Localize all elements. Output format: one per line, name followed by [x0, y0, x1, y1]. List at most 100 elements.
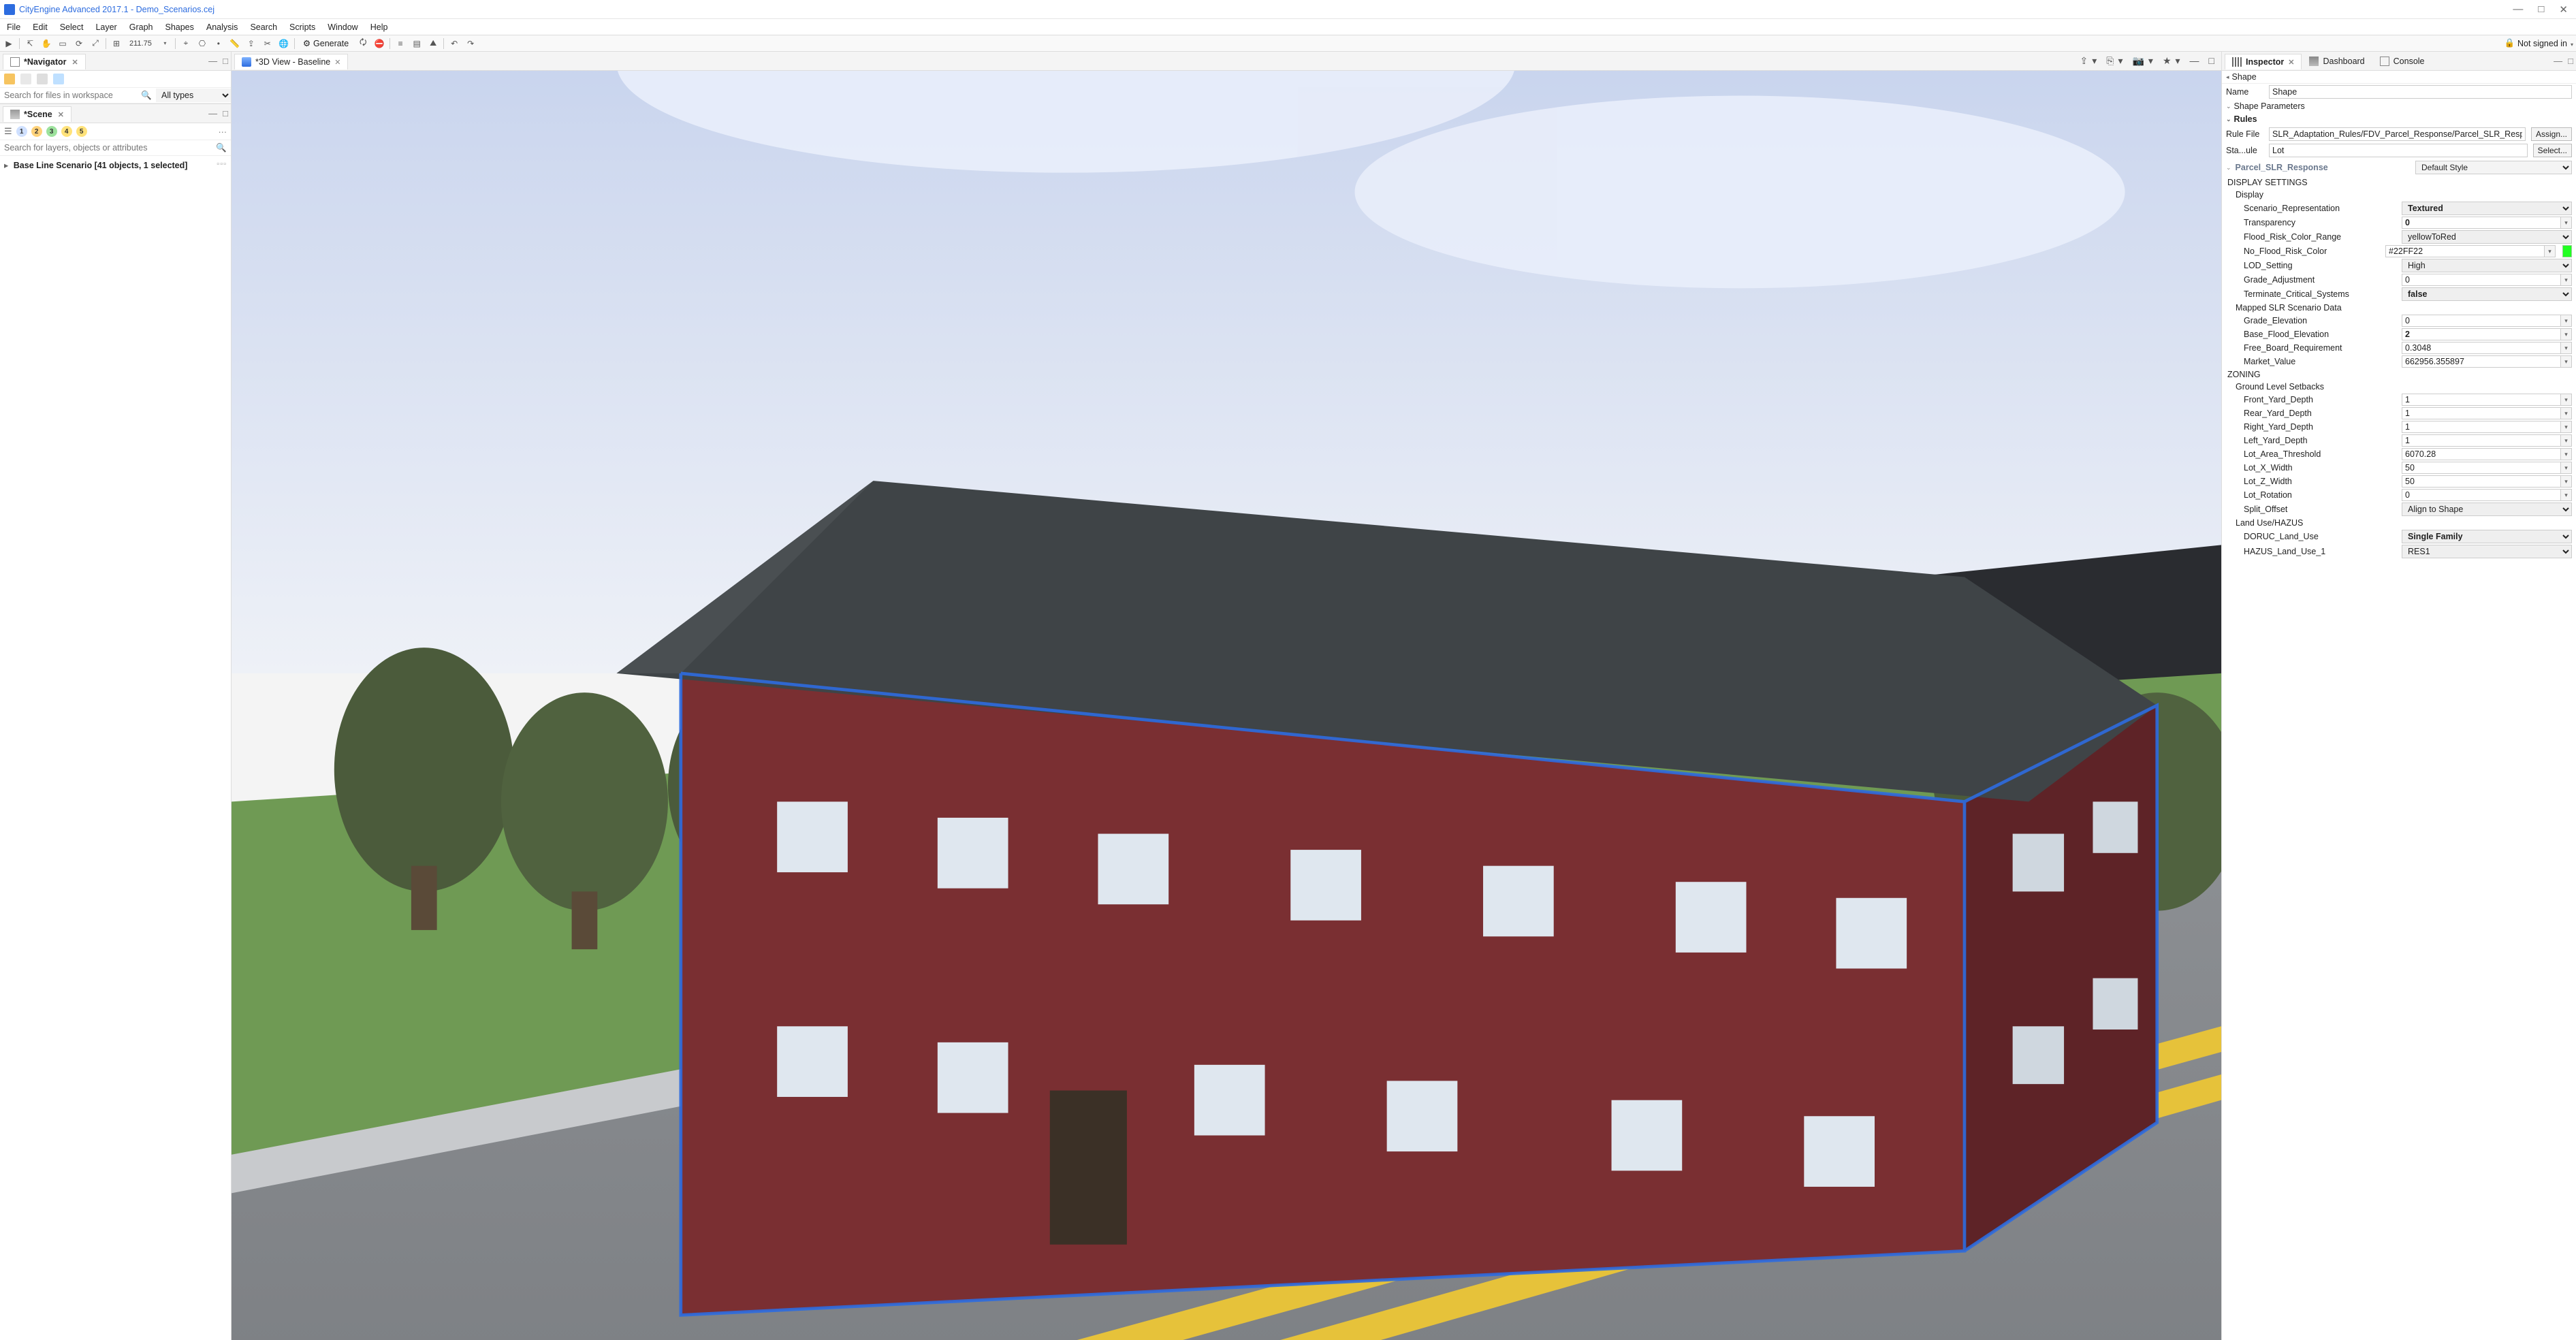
prop-input[interactable]	[2402, 434, 2561, 447]
assign-button[interactable]: Assign...	[2531, 127, 2572, 141]
shape-parameters-header[interactable]: ⌄ Shape Parameters	[2222, 100, 2576, 112]
expand-icon[interactable]: ▸	[4, 161, 8, 170]
prop-input[interactable]	[2402, 407, 2561, 419]
chevron-down-icon[interactable]: ▾	[2561, 407, 2572, 419]
chevron-down-icon[interactable]: ▾	[2545, 245, 2556, 257]
select-button[interactable]: Select...	[2533, 144, 2572, 157]
chevron-down-icon[interactable]: ▾	[2561, 394, 2572, 406]
prop-input[interactable]	[2402, 315, 2561, 327]
stop-icon[interactable]: ⛔	[373, 37, 385, 50]
chevron-down-icon[interactable]: ▾	[2148, 55, 2153, 67]
chevron-down-icon[interactable]: ▾	[2561, 274, 2572, 286]
prop-input[interactable]	[2385, 245, 2545, 257]
dropdown-icon[interactable]	[159, 37, 171, 50]
isolate-icon[interactable]: ⎘	[2106, 55, 2114, 67]
minimize-view-icon[interactable]: —	[208, 56, 217, 66]
rule-file-input[interactable]	[2269, 127, 2526, 141]
prop-input[interactable]	[2402, 421, 2561, 433]
globe-icon[interactable]: 🌐	[278, 37, 290, 50]
prop-input[interactable]	[2402, 342, 2561, 354]
scene-node[interactable]: ▸ Base Line Scenario [41 objects, 1 sele…	[4, 159, 227, 172]
prop-input[interactable]	[2402, 217, 2561, 229]
tab-3d-view[interactable]: *3D View - Baseline ✕	[234, 54, 348, 69]
menu-file[interactable]: File	[1, 21, 26, 33]
folder-icon[interactable]	[4, 74, 15, 84]
align-icon[interactable]: ≡	[394, 37, 407, 50]
breadcrumb[interactable]: ◂ Shape	[2222, 71, 2576, 84]
name-input[interactable]	[2269, 85, 2572, 99]
scale-icon[interactable]: ⤢	[89, 37, 101, 50]
scene-chip-2[interactable]: 2	[31, 126, 42, 137]
snap-icon[interactable]: ⌖	[180, 37, 192, 50]
chevron-down-icon[interactable]: ▾	[2561, 462, 2572, 474]
layers-icon[interactable]: ☰	[4, 126, 12, 137]
menu-analysis[interactable]: Analysis	[201, 21, 244, 33]
style-select[interactable]: Default Style	[2415, 161, 2572, 174]
3d-viewport[interactable]	[232, 71, 2221, 1340]
generate-button[interactable]: ⚙ Generate	[299, 38, 353, 48]
prop-input[interactable]	[2402, 489, 2561, 501]
scene-chip-5[interactable]: 5	[76, 126, 87, 137]
rules-header[interactable]: ⌄ Rules	[2222, 112, 2576, 126]
minimize-view-icon[interactable]: —	[2554, 56, 2562, 66]
menu-search[interactable]: Search	[244, 21, 283, 33]
prop-input[interactable]	[2402, 394, 2561, 406]
prop-input[interactable]	[2402, 462, 2561, 474]
close-icon[interactable]: ✕	[58, 110, 64, 119]
frame-icon[interactable]: ▭	[57, 37, 69, 50]
minimize-view-icon[interactable]: —	[2190, 55, 2199, 67]
navigator-type-filter[interactable]: All types	[156, 89, 231, 102]
maximize-view-icon[interactable]: □	[2209, 55, 2214, 67]
tab-scene[interactable]: *Scene ✕	[3, 106, 71, 122]
hand-icon[interactable]: ✋	[40, 37, 52, 50]
signin-dropdown-icon[interactable]	[2570, 39, 2573, 48]
cloud-icon[interactable]	[53, 74, 64, 84]
menu-layer[interactable]: Layer	[90, 21, 122, 33]
prop-select[interactable]: yellowToRed	[2402, 230, 2572, 244]
grid-icon[interactable]: ⊞	[110, 37, 123, 50]
extrude-icon[interactable]: ⇪	[245, 37, 257, 50]
scene-chip-1[interactable]: 1	[16, 126, 27, 137]
tab-dashboard[interactable]: Dashboard	[2302, 53, 2372, 69]
signin-status[interactable]: Not signed in	[2517, 39, 2567, 48]
navigator-search-input[interactable]	[0, 88, 137, 103]
pointer-icon[interactable]: ↸	[24, 37, 36, 50]
menu-window[interactable]: Window	[322, 21, 363, 33]
minimize-view-icon[interactable]: —	[208, 108, 217, 118]
maximize-icon[interactable]: □	[2538, 3, 2544, 16]
prop-select[interactable]: RES1	[2402, 545, 2572, 558]
chevron-down-icon[interactable]: ▾	[2561, 328, 2572, 340]
chevron-down-icon[interactable]: ▾	[2561, 217, 2572, 229]
minimize-icon[interactable]: —	[2513, 3, 2523, 16]
prop-select[interactable]: Single Family	[2402, 530, 2572, 543]
chevron-down-icon[interactable]: ▾	[2092, 55, 2097, 67]
prop-input[interactable]	[2402, 328, 2561, 340]
color-swatch[interactable]	[2562, 245, 2572, 257]
menu-shapes[interactable]: Shapes	[159, 21, 199, 33]
tab-navigator[interactable]: *Navigator ✕	[3, 54, 86, 69]
cut-icon[interactable]: ✂	[261, 37, 274, 50]
scene-chip-3[interactable]: 3	[46, 126, 57, 137]
scene-chip-4[interactable]: 4	[61, 126, 72, 137]
undo-icon[interactable]: ↶	[448, 37, 460, 50]
ruler-icon[interactable]: 📏	[229, 37, 241, 50]
prop-input[interactable]	[2402, 274, 2561, 286]
bookmark-icon[interactable]: ★	[2163, 55, 2172, 67]
start-rule-input[interactable]	[2269, 144, 2528, 157]
search-icon[interactable]: 🔍	[137, 91, 156, 101]
options-icon[interactable]: ⋯	[219, 127, 227, 137]
redo-icon[interactable]: ↷	[464, 37, 477, 50]
camera-icon[interactable]: 📷	[2132, 55, 2144, 67]
prop-select[interactable]: false	[2402, 287, 2572, 301]
chevron-down-icon[interactable]: ▾	[2561, 342, 2572, 354]
close-icon[interactable]: ✕	[334, 58, 340, 67]
prop-input[interactable]	[2402, 475, 2561, 488]
maximize-view-icon[interactable]: □	[223, 108, 228, 118]
tab-console[interactable]: Console	[2372, 53, 2432, 69]
prop-select[interactable]: High	[2402, 259, 2572, 272]
menu-help[interactable]: Help	[365, 21, 394, 33]
chevron-down-icon[interactable]: ▾	[2561, 475, 2572, 488]
prop-input[interactable]	[2402, 355, 2561, 368]
maximize-view-icon[interactable]: □	[2568, 56, 2573, 66]
prop-select[interactable]: Align to Shape	[2402, 502, 2572, 516]
